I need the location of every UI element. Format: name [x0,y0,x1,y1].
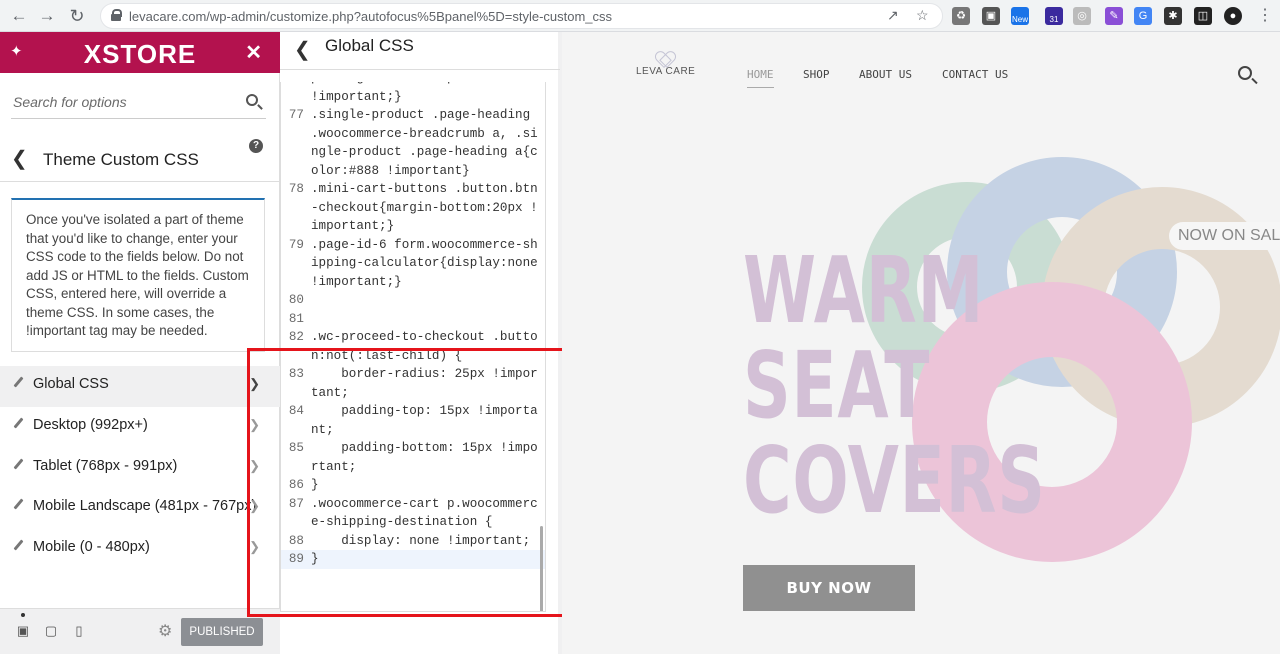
highlight-box [247,348,577,617]
code-text: .page-id-6 form.woocommerce-shipping-cal… [311,237,546,289]
lock-icon [111,9,122,21]
customizer-sidebar: ✦ XSTORE ✕ Search for options ❮ Theme Cu… [0,32,280,654]
gear-icon[interactable]: ⚙ [158,621,172,641]
search-input[interactable]: Search for options [11,87,266,119]
headline-line: WARM [743,237,985,344]
code-line[interactable]: 78 .mini-cart-buttons .button.btn-checkou… [281,180,545,236]
code-line[interactable]: !important;} [281,88,545,107]
active-device-indicator [21,613,25,617]
menu-item-tablet[interactable]: Tablet (768px - 991px) ❯ [0,448,280,489]
publish-button[interactable]: PUBLISHED [181,618,263,646]
line-number: 81 [288,311,304,326]
chevron-left-icon[interactable]: ❮ [294,37,311,62]
menu-item-label: Desktop (992px+) [33,416,148,433]
desktop-icon[interactable]: ▣ [16,624,30,638]
brush-icon [14,459,26,471]
line-number: 82 [288,330,304,344]
code-text: .mini-cart-buttons .button.btn-checkout{… [311,182,538,233]
brush-icon [14,540,26,552]
site-preview: LEVA CARE HOME SHOP ABOUT US CONTACT US … [562,32,1280,654]
code-line[interactable]: 77 .single-product .page-heading .woocomm… [281,106,545,180]
url-text[interactable]: levacare.com/wp-admin/customize.php?auto… [129,9,612,24]
extension-pen-icon[interactable]: ✎ [1105,7,1123,25]
heart-logo-icon [660,52,678,68]
code-text: !important;} [311,89,402,104]
mobile-icon[interactable]: ▯ [72,624,86,638]
code-line[interactable]: 80 [281,291,545,310]
brush-icon [14,377,26,389]
extensions-icon[interactable]: ✱ [1164,7,1182,25]
code-text: .single-product .page-heading .woocommer… [311,108,538,178]
site-logo[interactable]: LEVA CARE [636,66,695,77]
line-number: 77 [288,108,304,122]
nav-item-contact[interactable]: CONTACT US [942,68,1008,81]
chevron-left-icon[interactable]: ❮ [11,146,28,171]
line-number: 79 [288,237,304,252]
editor-title: Global CSS [325,36,414,55]
extension-new-label: New [1011,15,1028,24]
menu-item-mobile-landscape[interactable]: Mobile Landscape (481px - 767px) ❯ [0,488,280,529]
tablet-icon[interactable]: ▢ [44,624,58,638]
search-icon[interactable] [246,94,258,106]
menu-item-label: Mobile (0 - 480px) [33,539,150,556]
forward-icon[interactable]: → [36,5,58,27]
line-number: 80 [288,293,304,307]
buy-now-button[interactable]: BUY NOW [743,565,915,611]
css-section-menu: Global CSS ❯ Desktop (992px+) ❯ Tablet (… [0,366,280,570]
menu-item-desktop[interactable]: Desktop (992px+) ❯ [0,407,280,448]
share-icon[interactable]: ↗ [887,7,899,24]
extension-calendar-label: 31 [1049,15,1059,24]
close-icon[interactable]: ✕ [245,40,262,65]
headline-line: COVERS [743,427,1046,534]
brand-logo: XSTORE [83,39,197,69]
editor-header: ❮ Global CSS [280,32,560,70]
menu-item-mobile[interactable]: Mobile (0 - 480px) ❯ [0,529,280,570]
sale-badge: NOW ON SALE [1169,222,1280,250]
section-header: ❮ Theme Custom CSS ? [0,132,280,182]
code-line[interactable]: 81 [281,310,545,329]
sidepanel-icon[interactable]: ◫ [1194,7,1212,25]
section-title: Theme Custom CSS [43,150,199,169]
brush-icon [14,499,26,511]
line-number: 78 [288,182,304,196]
browser-toolbar: ← → ↻ levacare.com/wp-admin/customize.ph… [0,0,1280,32]
menu-item-global-css[interactable]: Global CSS ❯ [0,366,280,407]
customizer-footer: ▣ ▢ ▯ ⚙ PUBLISHED [0,608,280,654]
extension-tag-icon[interactable]: ▣ [982,7,1000,25]
extension-recycle-icon[interactable]: ♻ [952,7,970,25]
help-icon[interactable]: ? [249,139,263,153]
extension-calendar-icon[interactable]: 31 [1045,7,1063,25]
back-icon[interactable]: ← [8,5,30,27]
hero-headline: WARM SEAT COVERS [743,243,1046,528]
reload-icon[interactable]: ↻ [66,5,88,27]
star-icon[interactable]: ☆ [916,7,929,24]
menu-icon[interactable]: ⋮ [1254,5,1276,27]
extension-translate-icon[interactable]: G [1134,7,1152,25]
brush-icon [14,418,26,430]
address-bar[interactable]: levacare.com/wp-admin/customize.php?auto… [100,3,943,29]
nav-item-about[interactable]: ABOUT US [859,68,912,81]
nav-item-shop[interactable]: SHOP [803,68,830,81]
nav-item-home[interactable]: HOME [747,68,774,88]
menu-item-label: Tablet (768px - 991px) [33,457,178,474]
code-line[interactable]: 79 .page-id-6 form.woocommerce-shipping-c… [281,236,546,292]
extension-new-icon[interactable]: New [1011,7,1029,25]
extension-globe-icon[interactable]: ◎ [1073,7,1091,25]
profile-icon[interactable]: ● [1224,7,1242,25]
brand-header: ✦ XSTORE ✕ [0,32,280,73]
menu-item-label: Mobile Landscape (481px - 767px) [33,498,257,515]
search-icon[interactable] [1238,66,1252,80]
section-description: Once you've isolated a part of theme tha… [11,198,265,352]
headline-line: SEAT [743,332,931,439]
search-placeholder: Search for options [13,94,127,110]
menu-item-label: Global CSS [33,376,109,392]
